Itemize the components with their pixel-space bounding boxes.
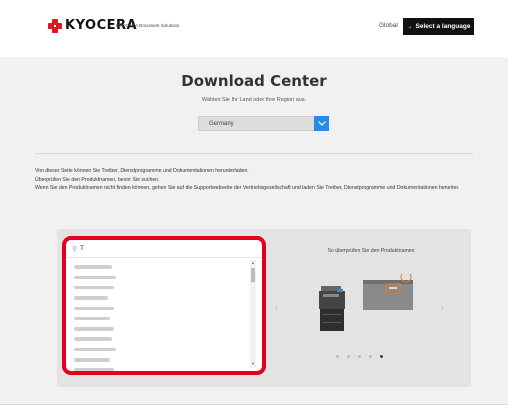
chevron-down-icon[interactable] — [314, 116, 329, 131]
scroll-up-icon[interactable]: ▲ — [250, 260, 256, 266]
info-line: Wenn Sie den Produktnamen nicht finden k… — [35, 185, 460, 191]
page-subtitle: Wählen Sie Ihr Land oder Ihre Region aus… — [201, 97, 307, 103]
carousel-title: So überprüfen Sie den Produktnamen — [327, 248, 415, 254]
carousel-dot-active[interactable] — [380, 355, 383, 358]
search-input[interactable]: T — [80, 246, 84, 252]
scrollbar-thumb[interactable] — [251, 268, 255, 282]
carousel-dots — [336, 355, 383, 358]
list-item[interactable] — [74, 262, 244, 272]
product-search-box[interactable]: ⚲ T ▲ ▼ — [62, 236, 266, 375]
list-item[interactable] — [74, 303, 244, 313]
arrow-right-icon: → — [406, 23, 413, 30]
carousel-next-icon[interactable]: › — [441, 303, 444, 312]
info-text: Von dieser Seite können Sie Treiber, Die… — [35, 167, 475, 193]
sub-brand: KYOCERA Document Solutions — [116, 23, 180, 28]
list-item[interactable] — [74, 324, 244, 334]
carousel-prev-icon[interactable]: ‹ — [275, 303, 278, 312]
carousel-dot[interactable] — [358, 355, 361, 358]
list-item[interactable] — [74, 293, 244, 303]
info-line: Von dieser Seite können Sie Treiber, Die… — [35, 168, 249, 174]
carousel-dot[interactable] — [336, 355, 339, 358]
list-item[interactable] — [74, 313, 244, 323]
carousel-dot[interactable] — [369, 355, 372, 358]
scroll-down-icon[interactable]: ▼ — [250, 361, 256, 367]
search-icon: ⚲ — [72, 245, 78, 253]
list-item[interactable] — [74, 344, 244, 354]
printer-illustration — [319, 274, 413, 331]
page-title: Download Center — [181, 72, 327, 90]
carousel-dot[interactable] — [347, 355, 350, 358]
global-link[interactable]: Global — [379, 22, 398, 29]
info-line: Überprüfen Sie den Produktnamen, bevor S… — [35, 176, 160, 183]
results-scrollbar[interactable]: ▲ ▼ — [250, 260, 256, 367]
search-input-row[interactable]: ⚲ T — [66, 240, 262, 258]
divider — [35, 153, 473, 154]
country-select-value: Germany — [209, 120, 234, 127]
select-language-button[interactable]: → Select a language — [403, 18, 474, 35]
country-select[interactable]: Germany — [198, 116, 329, 131]
list-item[interactable] — [74, 334, 244, 344]
site-header: KYOCERA KYOCERA Document Solutions Globa… — [0, 0, 508, 57]
list-item[interactable] — [74, 355, 244, 365]
list-item[interactable] — [74, 272, 244, 282]
list-item[interactable] — [74, 283, 244, 293]
footer-edge — [0, 404, 508, 408]
list-item[interactable] — [74, 365, 244, 371]
select-language-label: Select a language — [415, 23, 471, 30]
kyocera-logo-mark-icon — [48, 18, 62, 33]
search-results-list[interactable] — [74, 262, 244, 371]
